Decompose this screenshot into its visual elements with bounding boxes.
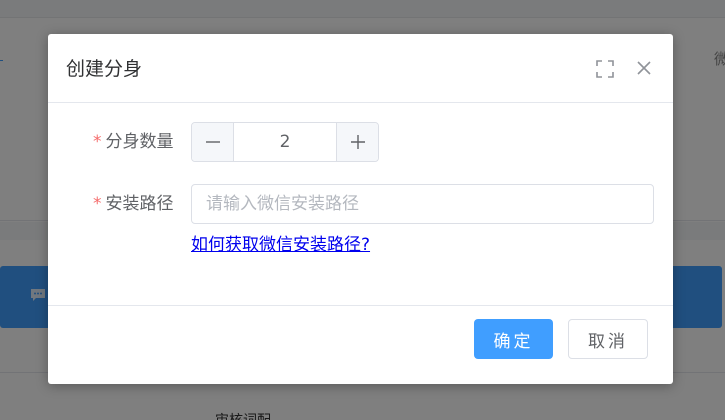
required-mark: *	[93, 132, 102, 152]
dialog-header: 创建分身	[48, 34, 673, 103]
path-label-text: 安装路径	[105, 194, 174, 214]
count-stepper: 2	[191, 122, 379, 162]
count-label: * 分身数量	[93, 131, 174, 153]
minus-icon	[205, 141, 220, 143]
dialog-title: 创建分身	[66, 58, 143, 80]
install-path-help-link[interactable]: 如何获取微信安装路径?	[191, 234, 370, 256]
path-label: * 安装路径	[93, 193, 174, 215]
plus-icon	[350, 135, 365, 149]
install-path-input[interactable]	[191, 184, 654, 224]
close-icon[interactable]	[634, 58, 654, 78]
count-label-text: 分身数量	[105, 132, 174, 152]
decrement-button[interactable]	[192, 123, 234, 161]
create-clone-dialog: 创建分身 *分身数量 2 *安装路径 如何获取微信安装路径? 确定 取消	[48, 34, 673, 384]
fullscreen-icon[interactable]	[594, 58, 616, 80]
count-value[interactable]: 2	[234, 123, 336, 161]
increment-button[interactable]	[336, 123, 378, 161]
cancel-button[interactable]: 取消	[568, 319, 648, 359]
confirm-button[interactable]: 确定	[474, 319, 553, 359]
required-mark: *	[93, 194, 102, 214]
